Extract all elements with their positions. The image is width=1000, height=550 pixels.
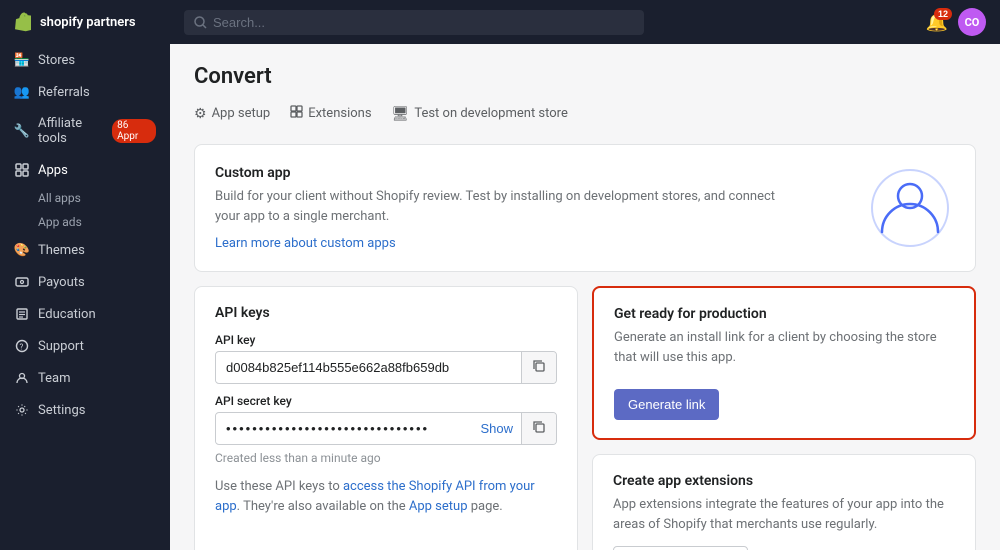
topbar: 🔔 12 CO	[170, 0, 1000, 44]
extensions-icon	[290, 105, 303, 122]
tab-extensions[interactable]: Extensions	[290, 101, 371, 126]
api-access-link[interactable]: access the Shopify API from your app	[215, 479, 535, 514]
sidebar-logo: shopify partners	[0, 0, 170, 44]
api-key-input[interactable]	[216, 353, 521, 382]
production-card: Get ready for production Generate an ins…	[592, 286, 976, 440]
svg-text:?: ?	[20, 343, 24, 352]
api-setup-link[interactable]: App setup	[409, 499, 468, 514]
payouts-icon	[14, 274, 30, 290]
sidebar-item-themes[interactable]: 🎨 Themes	[0, 234, 170, 266]
sidebar-item-education[interactable]: Education	[0, 298, 170, 330]
two-col-row: API keys API key API secret key Show	[194, 286, 976, 550]
sidebar-item-all-apps-label: All apps	[38, 191, 81, 205]
custom-app-row: Custom app Build for your client without…	[215, 163, 955, 253]
api-key-label: API key	[215, 333, 557, 347]
notifications-badge: 12	[934, 8, 952, 20]
search-box[interactable]	[184, 10, 644, 35]
production-title: Get ready for production	[614, 306, 954, 322]
settings-icon	[14, 402, 30, 418]
search-input[interactable]	[213, 15, 634, 30]
custom-app-content: Custom app Build for your client without…	[215, 165, 795, 251]
team-icon	[14, 370, 30, 386]
sidebar-item-themes-label: Themes	[38, 243, 85, 258]
sidebar-item-team-label: Team	[38, 371, 71, 386]
browse-extensions-button[interactable]: Browse extensions	[613, 546, 748, 550]
affiliate-tools-icon: 🔧	[14, 123, 30, 139]
api-keys-card: API keys API key API secret key Show	[194, 286, 578, 550]
tab-extensions-label: Extensions	[308, 106, 371, 121]
tab-app-setup[interactable]: ⚙ App setup	[194, 102, 270, 126]
sidebar-item-payouts-label: Payouts	[38, 275, 85, 290]
extensions-button-row: Browse extensions Learn more about exten…	[613, 546, 955, 550]
sidebar-item-all-apps[interactable]: All apps	[0, 186, 170, 210]
extensions-card: Create app extensions App extensions int…	[592, 454, 976, 550]
tab-bar: ⚙ App setup Extensions 🖥 Test on develop…	[194, 101, 976, 126]
custom-app-learn-more-link[interactable]: Learn more about custom apps	[215, 236, 396, 251]
sidebar-item-referrals[interactable]: 👥 Referrals	[0, 76, 170, 108]
api-keys-title: API keys	[215, 305, 557, 321]
sidebar-item-settings-label: Settings	[38, 403, 85, 418]
sidebar-item-education-label: Education	[38, 307, 96, 322]
sidebar-item-stores-label: Stores	[38, 53, 75, 68]
extensions-title: Create app extensions	[613, 473, 955, 489]
sidebar-item-app-ads[interactable]: App ads	[0, 210, 170, 234]
sidebar-item-support-label: Support	[38, 339, 84, 354]
sidebar-logo-text: shopify partners	[40, 15, 136, 30]
sidebar-item-stores[interactable]: 🏪 Stores	[0, 44, 170, 76]
sidebar-item-payouts[interactable]: Payouts	[0, 266, 170, 298]
api-secret-field-group: API secret key Show	[215, 394, 557, 445]
custom-app-card: Custom app Build for your client without…	[194, 144, 976, 272]
tab-app-setup-label: App setup	[212, 106, 271, 121]
api-timestamp: Created less than a minute ago	[215, 451, 557, 465]
api-key-field-group: API key	[215, 333, 557, 384]
search-icon	[194, 16, 207, 29]
app-setup-icon: ⚙	[194, 106, 207, 122]
api-key-input-row	[215, 351, 557, 384]
education-icon	[14, 306, 30, 322]
api-secret-input-row: Show	[215, 412, 557, 445]
api-key-copy-button[interactable]	[521, 352, 556, 383]
generate-link-button[interactable]: Generate link	[614, 389, 719, 420]
sidebar-item-affiliate-tools-label: Affiliate tools	[38, 116, 112, 146]
person-icon-wrap	[865, 163, 955, 253]
person-icon	[870, 168, 950, 248]
themes-icon: 🎨	[14, 242, 30, 258]
right-column: Get ready for production Generate an ins…	[592, 286, 976, 550]
production-description: Generate an install link for a client by…	[614, 328, 954, 367]
api-secret-copy-button[interactable]	[521, 413, 556, 444]
api-secret-input[interactable]	[216, 414, 472, 443]
referrals-icon: 👥	[14, 84, 30, 100]
sidebar-item-app-ads-label: App ads	[38, 215, 82, 229]
topbar-right: 🔔 12 CO	[926, 8, 986, 36]
sidebar-item-apps-label: Apps	[38, 163, 68, 178]
main-content: Convert ⚙ App setup Extensions 🖥 Test on…	[170, 44, 1000, 550]
api-secret-show-button[interactable]: Show	[472, 421, 521, 436]
test-on-dev-icon: 🖥	[392, 106, 410, 122]
notifications-button[interactable]: 🔔 12	[926, 12, 948, 33]
sidebar: shopify partners 🏪 Stores 👥 Referrals 🔧 …	[0, 0, 170, 550]
sidebar-item-support[interactable]: ? Support	[0, 330, 170, 362]
api-description: Use these API keys to access the Shopify…	[215, 477, 557, 516]
tab-test-on-dev[interactable]: 🖥 Test on development store	[392, 102, 568, 126]
page-title: Convert	[194, 64, 976, 89]
shopify-logo-icon	[14, 12, 34, 32]
extensions-description: App extensions integrate the features of…	[613, 495, 955, 534]
api-secret-label: API secret key	[215, 394, 557, 408]
sidebar-item-apps[interactable]: Apps	[0, 154, 170, 186]
tab-test-on-dev-label: Test on development store	[414, 106, 568, 121]
sidebar-item-affiliate-tools[interactable]: 🔧 Affiliate tools 86 Appr	[0, 108, 170, 154]
sidebar-item-settings[interactable]: Settings	[0, 394, 170, 426]
apps-icon	[14, 162, 30, 178]
main-wrapper: 🔔 12 CO Convert ⚙ App setup Extensions 🖥…	[170, 0, 1000, 550]
sidebar-item-team[interactable]: Team	[0, 362, 170, 394]
avatar[interactable]: CO	[958, 8, 986, 36]
custom-app-title: Custom app	[215, 165, 795, 181]
support-icon: ?	[14, 338, 30, 354]
sidebar-item-referrals-label: Referrals	[38, 85, 90, 100]
sidebar-nav: 🏪 Stores 👥 Referrals 🔧 Affiliate tools 8…	[0, 44, 170, 550]
custom-app-description: Build for your client without Shopify re…	[215, 187, 795, 226]
stores-icon: 🏪	[14, 52, 30, 68]
affiliate-tools-badge: 86 Appr	[112, 119, 156, 143]
